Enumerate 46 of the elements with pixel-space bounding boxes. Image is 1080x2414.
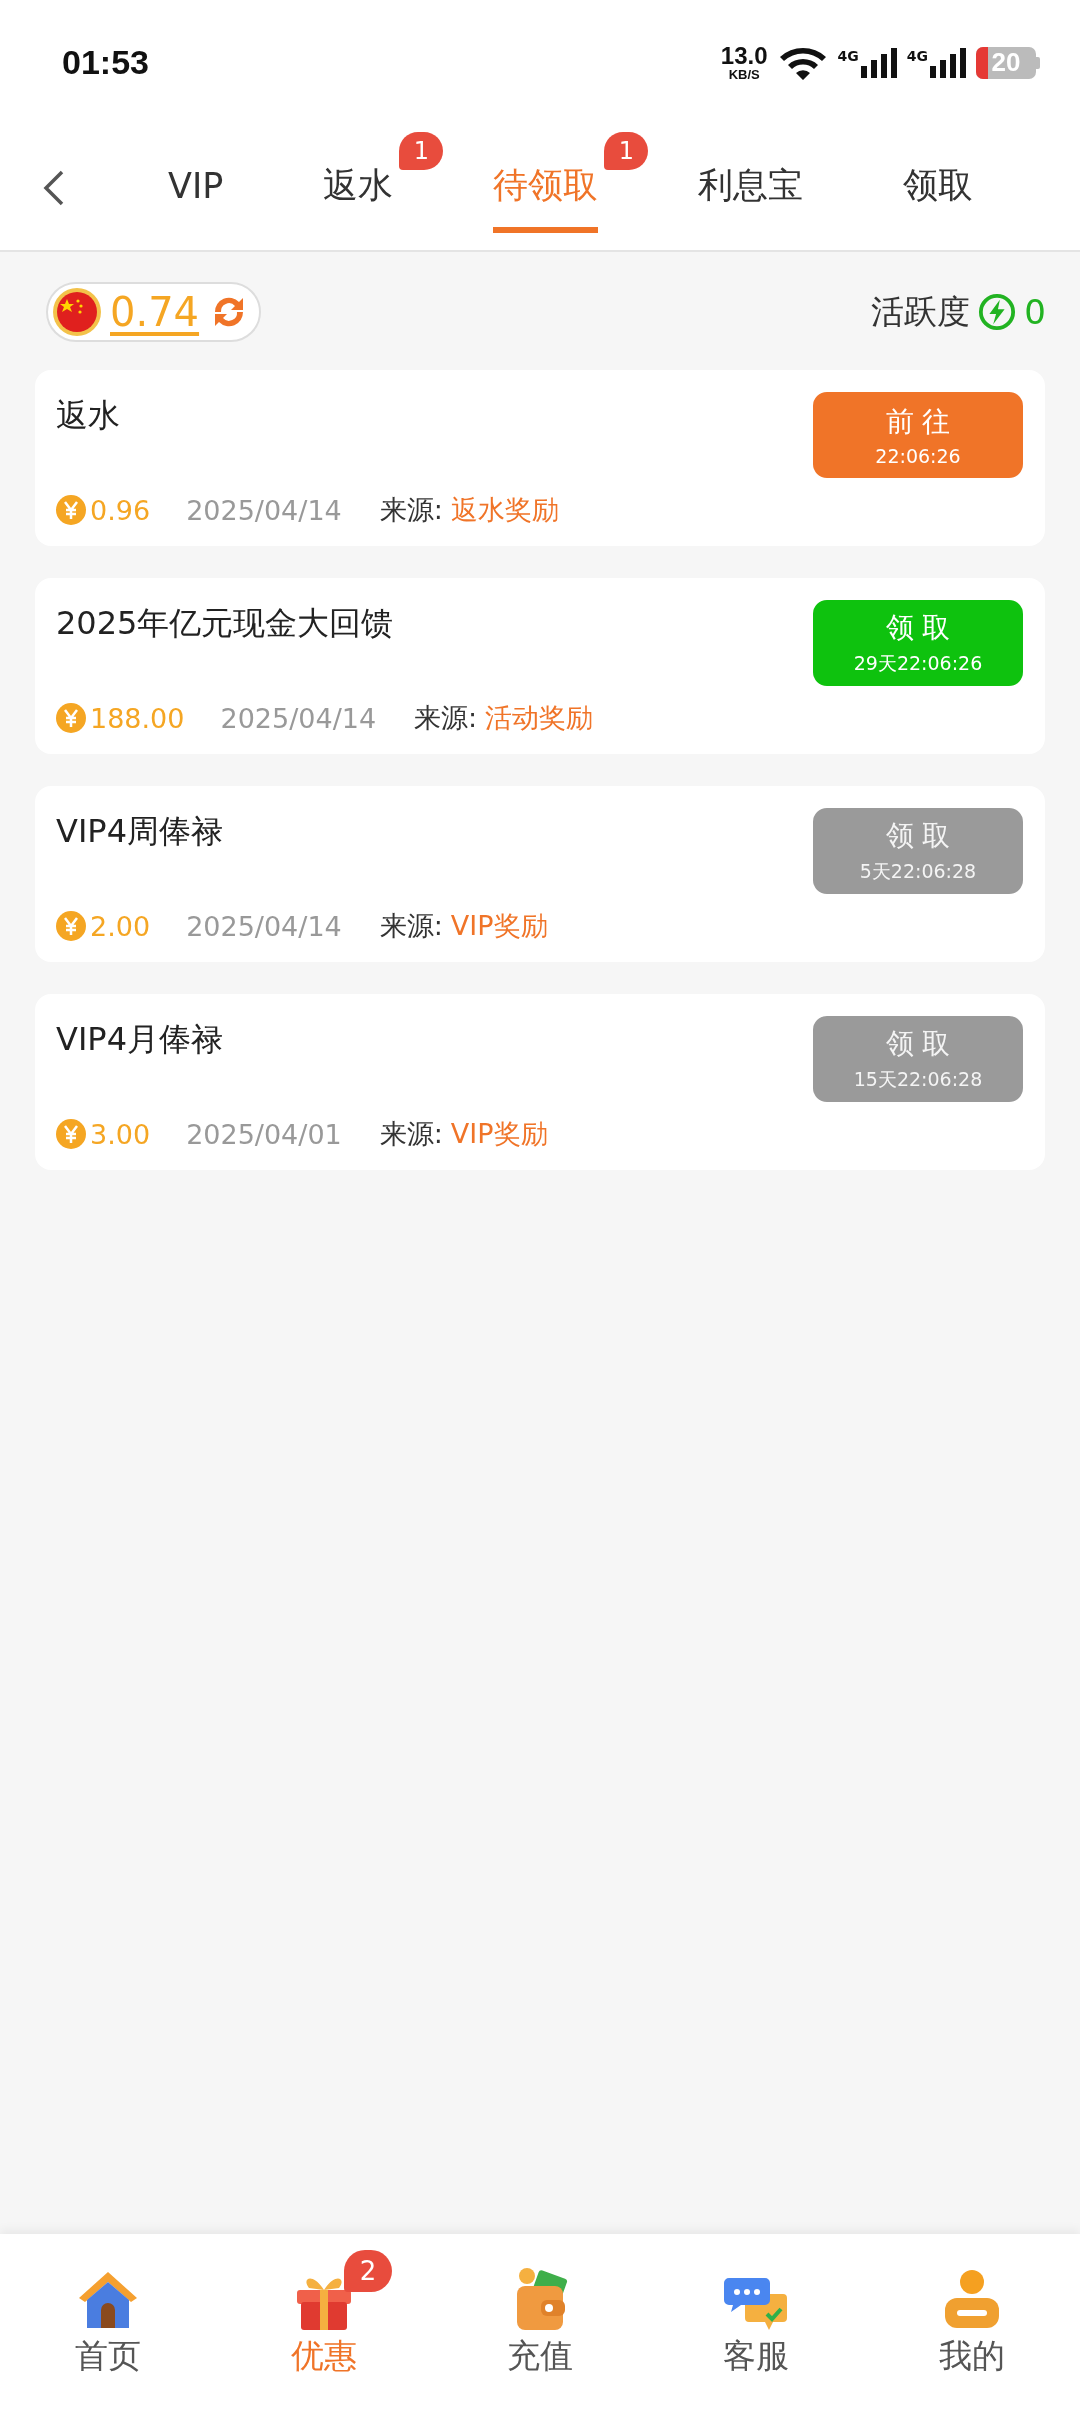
reward-date: 2025/04/14 — [186, 910, 342, 942]
reward-title: VIP4周俸禄 — [56, 811, 224, 852]
network-speed: 13.0 KB/S — [720, 44, 768, 81]
reward-source: VIP奖励 — [450, 1117, 548, 1151]
nav-item[interactable]: 我的 — [864, 2234, 1080, 2414]
reward-source: 活动奖励 — [485, 701, 594, 735]
yuan-coin-icon — [56, 495, 86, 525]
reward-title: 2025年亿元现金大回馈 — [56, 603, 395, 644]
signal-icon — [860, 47, 897, 78]
source-label: 来源: — [379, 1117, 443, 1151]
tab[interactable]: VIP — [168, 145, 224, 230]
count-badge: 1 — [604, 132, 649, 170]
yuan-coin-icon — [56, 703, 86, 733]
activity-label: 活跃度 — [871, 290, 971, 333]
nav-item[interactable]: 优惠 2 — [216, 2234, 432, 2414]
source-label: 来源: — [414, 701, 478, 735]
signal-icon — [930, 47, 966, 78]
reward-amount: 2.00 — [90, 910, 151, 942]
balance-amount: 0.74 — [110, 289, 200, 335]
reward-amount: 0.96 — [90, 494, 151, 526]
lightning-icon — [978, 293, 1017, 331]
flag-coin-icon — [52, 287, 102, 337]
reward-source: VIP奖励 — [450, 909, 548, 943]
nav-item[interactable]: 首页 — [0, 2234, 216, 2414]
clock: 01:53 — [62, 43, 149, 82]
count-badge: 2 — [344, 2250, 392, 2292]
nav-item[interactable]: 客服 — [648, 2234, 864, 2414]
source-label: 来源: — [379, 909, 443, 943]
tab[interactable]: 利息宝 — [698, 142, 804, 233]
yuan-coin-icon — [56, 1119, 86, 1149]
network-type: 4G — [837, 47, 859, 64]
yuan-coin-icon — [56, 911, 86, 941]
reward-date: 2025/04/01 — [186, 1118, 342, 1150]
reward-source: 返水奖励 — [450, 493, 559, 527]
source-label: 来源: — [379, 493, 443, 527]
reward-title: 返水 — [56, 395, 121, 436]
activity-value: 0 — [1024, 292, 1046, 332]
count-badge: 1 — [399, 132, 444, 170]
nav-item[interactable]: 充值 — [432, 2234, 648, 2414]
reward-title: VIP4月俸禄 — [56, 1019, 224, 1060]
reward-amount: 3.00 — [90, 1118, 151, 1150]
reward-amount: 188.00 — [90, 702, 185, 734]
network-type: 4G — [906, 47, 928, 64]
reward-date: 2025/04/14 — [186, 494, 342, 526]
tab[interactable]: 领取 — [903, 142, 974, 233]
reward-date: 2025/04/14 — [220, 702, 377, 734]
